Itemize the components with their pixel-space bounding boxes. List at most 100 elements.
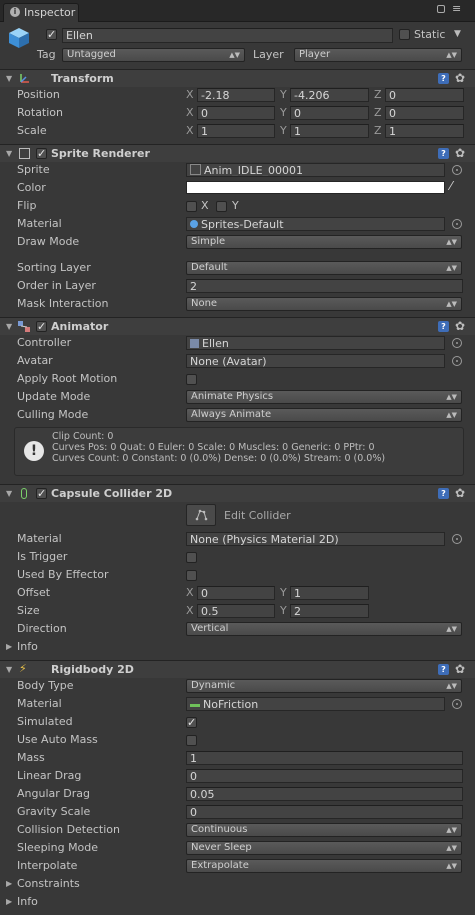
menu-icon[interactable]: ≡ — [452, 2, 461, 15]
fold-arrow-icon[interactable]: ▼ — [6, 318, 12, 335]
gear-icon[interactable]: ✿ — [455, 661, 465, 678]
sleeping-mode-dropdown[interactable]: Never Sleep ▲▼ — [186, 841, 462, 855]
mass-field[interactable]: 1 — [186, 751, 463, 765]
sorting-layer-dropdown[interactable]: Default ▲▼ — [186, 261, 462, 275]
gravity-scale-field[interactable]: 0 — [186, 805, 463, 819]
position-x-field[interactable]: -2.18 — [197, 88, 275, 102]
static-checkbox[interactable] — [399, 29, 410, 40]
animator-header[interactable]: ▼ ✓ Animator ? ✿ — [0, 317, 475, 335]
culling-mode-dropdown[interactable]: Always Animate ▲▼ — [186, 408, 462, 422]
flip-x-checkbox[interactable] — [186, 201, 197, 212]
object-picker-icon[interactable] — [452, 219, 462, 229]
object-picker-icon[interactable] — [452, 338, 462, 348]
mask-interaction-label: Mask Interaction — [17, 297, 109, 310]
layer-dropdown[interactable]: Player ▲▼ — [294, 48, 462, 62]
info-fold-arrow-icon[interactable]: ▶ — [6, 893, 12, 911]
scale-y-field[interactable]: 1 — [290, 124, 369, 138]
tag-dropdown[interactable]: Untagged ▲▼ — [62, 48, 245, 62]
tag-value: Untagged — [67, 49, 116, 60]
gear-icon[interactable]: ✿ — [455, 318, 465, 335]
help-icon[interactable]: ? — [438, 664, 449, 675]
order-in-layer-field[interactable]: 2 — [186, 279, 463, 293]
active-checkbox[interactable]: ✓ — [46, 29, 57, 40]
mask-interaction-dropdown[interactable]: None ▲▼ — [186, 297, 462, 311]
simulated-label: Simulated — [17, 715, 73, 728]
flip-x-label: X — [201, 199, 209, 212]
linear-drag-field[interactable]: 0 — [186, 769, 463, 783]
fold-arrow-icon[interactable]: ▼ — [6, 661, 12, 678]
lock-icon[interactable] — [437, 5, 445, 13]
rotation-x-field[interactable]: 0 — [197, 106, 275, 120]
color-swatch[interactable] — [186, 181, 445, 194]
size-x-field[interactable]: 0.5 — [197, 604, 275, 618]
rotation-z-field[interactable]: 0 — [385, 106, 464, 120]
object-picker-icon[interactable] — [452, 699, 462, 709]
axis-y-label: Y — [280, 124, 287, 137]
constraints-fold-arrow-icon[interactable]: ▶ — [6, 875, 12, 893]
rigidbody-info-label[interactable]: Info — [17, 893, 38, 911]
eyedropper-icon[interactable]: ⁄ — [450, 179, 452, 193]
use-auto-mass-checkbox[interactable] — [186, 735, 197, 746]
position-z-field[interactable]: 0 — [385, 88, 464, 102]
sprite-renderer-header[interactable]: ▼ ✓ Sprite Renderer ? ✿ — [0, 144, 475, 162]
used-by-effector-checkbox[interactable] — [186, 570, 197, 581]
offset-y-field[interactable]: 1 — [290, 586, 369, 600]
axis-y-label: Y — [280, 106, 287, 119]
angular-drag-field[interactable]: 0.05 — [186, 787, 463, 801]
capsule-material-field[interactable]: None (Physics Material 2D) — [186, 532, 445, 546]
help-icon[interactable]: ? — [438, 321, 449, 332]
apply-root-motion-checkbox[interactable] — [186, 374, 197, 385]
draw-mode-dropdown[interactable]: Simple ▲▼ — [186, 235, 462, 249]
flip-y-checkbox[interactable] — [216, 201, 227, 212]
sorting-layer-label: Sorting Layer — [17, 261, 91, 274]
tab-inspector[interactable]: i Inspector — [3, 3, 79, 22]
direction-dropdown[interactable]: Vertical ▲▼ — [186, 622, 462, 636]
constraints-label[interactable]: Constraints — [17, 875, 80, 893]
size-y-field[interactable]: 2 — [290, 604, 369, 618]
sprite-renderer-icon — [19, 148, 30, 159]
interpolate-value: Extrapolate — [191, 860, 249, 871]
object-picker-icon[interactable] — [452, 356, 462, 366]
edit-collider-button[interactable] — [186, 504, 216, 526]
is-trigger-checkbox[interactable] — [186, 552, 197, 563]
static-dropdown-arrow[interactable]: ▼ — [454, 29, 461, 39]
collision-detection-dropdown[interactable]: Continuous ▲▼ — [186, 823, 462, 837]
capsule-collider-enabled-checkbox[interactable]: ✓ — [36, 488, 47, 499]
avatar-field[interactable]: None (Avatar) — [186, 354, 445, 368]
fold-arrow-icon[interactable]: ▼ — [6, 485, 12, 502]
capsule-collider-header[interactable]: ▼ ✓ Capsule Collider 2D ? ✿ — [0, 484, 475, 502]
sprite-field[interactable]: Anim_IDLE_00001 — [186, 163, 445, 177]
rigidbody-header[interactable]: ▼ ⚡ Rigidbody 2D ? ✿ — [0, 660, 475, 678]
interpolate-dropdown[interactable]: Extrapolate ▲▼ — [186, 859, 462, 873]
help-icon[interactable]: ? — [438, 73, 449, 84]
capsule-info-label[interactable]: Info — [17, 638, 38, 656]
scale-x-field[interactable]: 1 — [197, 124, 275, 138]
sprite-renderer-enabled-checkbox[interactable]: ✓ — [36, 148, 47, 159]
gear-icon[interactable]: ✿ — [455, 145, 465, 162]
offset-x-field[interactable]: 0 — [197, 586, 275, 600]
rigidbody-material-field[interactable]: NoFriction — [186, 697, 445, 711]
controller-field[interactable]: Ellen — [186, 336, 445, 350]
fold-arrow-icon[interactable]: ▼ — [6, 145, 12, 162]
object-name-field[interactable]: Ellen — [62, 28, 393, 43]
fold-arrow-icon[interactable]: ▼ — [6, 70, 12, 87]
body-type-dropdown[interactable]: Dynamic ▲▼ — [186, 679, 462, 693]
animator-enabled-checkbox[interactable]: ✓ — [36, 321, 47, 332]
sorting-layer-value: Default — [191, 262, 228, 273]
axis-x-label: X — [186, 106, 194, 119]
object-picker-icon[interactable] — [452, 534, 462, 544]
simulated-checkbox[interactable]: ✓ — [186, 717, 197, 728]
info-fold-arrow-icon[interactable]: ▶ — [6, 638, 12, 656]
help-icon[interactable]: ? — [438, 488, 449, 499]
transform-header[interactable]: ▼ Transform ? ✿ — [0, 69, 475, 87]
rotation-y-field[interactable]: 0 — [290, 106, 369, 120]
info-icon: i — [10, 7, 20, 17]
position-y-field[interactable]: -4.206 — [290, 88, 369, 102]
object-picker-icon[interactable] — [452, 165, 462, 175]
help-icon[interactable]: ? — [438, 148, 449, 159]
update-mode-dropdown[interactable]: Animate Physics ▲▼ — [186, 390, 462, 404]
gear-icon[interactable]: ✿ — [455, 485, 465, 502]
scale-z-field[interactable]: 1 — [385, 124, 464, 138]
gear-icon[interactable]: ✿ — [455, 70, 465, 87]
material-field[interactable]: Sprites-Default — [186, 217, 445, 231]
